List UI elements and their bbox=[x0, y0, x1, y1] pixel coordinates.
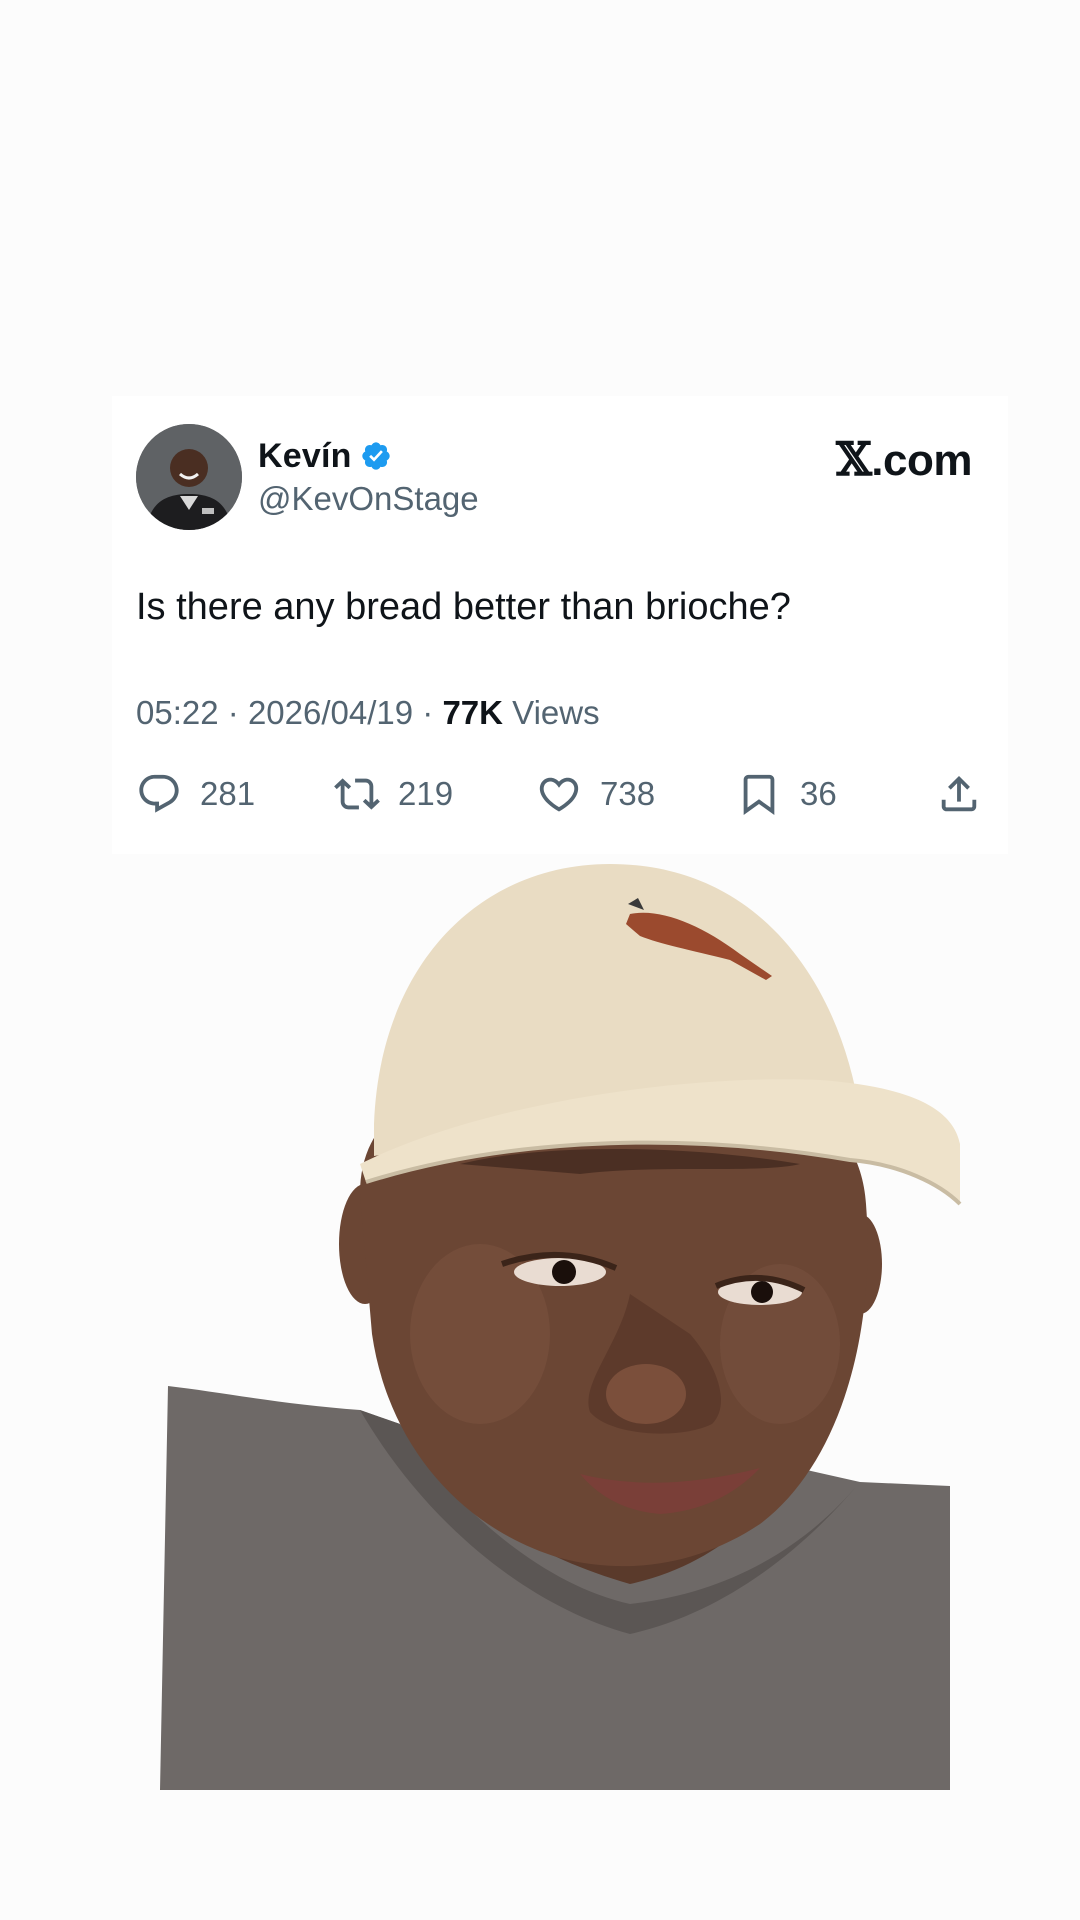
repost-count: 219 bbox=[398, 775, 454, 812]
brand-watermark: 𝕏.com bbox=[836, 432, 972, 486]
person-photo bbox=[160, 864, 970, 1790]
heart-icon bbox=[539, 777, 579, 812]
views-label: Views bbox=[512, 694, 600, 731]
share-button[interactable] bbox=[936, 770, 982, 818]
reply-icon bbox=[139, 774, 179, 813]
repost-button[interactable]: 219 bbox=[334, 770, 453, 818]
bookmark-count: 36 bbox=[800, 775, 837, 812]
tweet-time[interactable]: 05:22 bbox=[136, 694, 219, 731]
author-name[interactable]: Kevín bbox=[258, 437, 352, 476]
views-count: 77K bbox=[442, 694, 503, 731]
meta-separator: · bbox=[227, 694, 239, 731]
tweet-date[interactable]: 2026/04/19 bbox=[248, 694, 413, 731]
like-button[interactable]: 738 bbox=[536, 770, 655, 818]
tweet-meta: 05:22 · 2026/04/19 · 77K Views bbox=[136, 694, 600, 732]
repost-icon bbox=[334, 778, 380, 810]
share-icon bbox=[941, 775, 977, 812]
avatar[interactable] bbox=[136, 424, 242, 530]
tweet-card[interactable]: Kevín @KevOnStage 𝕏.com Is there any bre… bbox=[112, 396, 1008, 854]
tweet-text: Is there any bread better than brioche? bbox=[136, 586, 791, 628]
brand-suffix: .com bbox=[871, 436, 972, 485]
reply-count: 281 bbox=[200, 775, 256, 812]
reply-button[interactable]: 281 bbox=[136, 770, 255, 818]
like-count: 738 bbox=[600, 775, 656, 812]
bookmark-icon bbox=[743, 774, 775, 815]
x-logo: 𝕏 bbox=[836, 432, 872, 486]
author-handle[interactable]: @KevOnStage bbox=[258, 480, 479, 518]
bookmark-button[interactable]: 36 bbox=[736, 770, 837, 818]
meta-separator: · bbox=[422, 694, 434, 731]
verified-badge-icon bbox=[360, 440, 392, 472]
action-bar: 281 219 738 36 bbox=[136, 770, 992, 818]
